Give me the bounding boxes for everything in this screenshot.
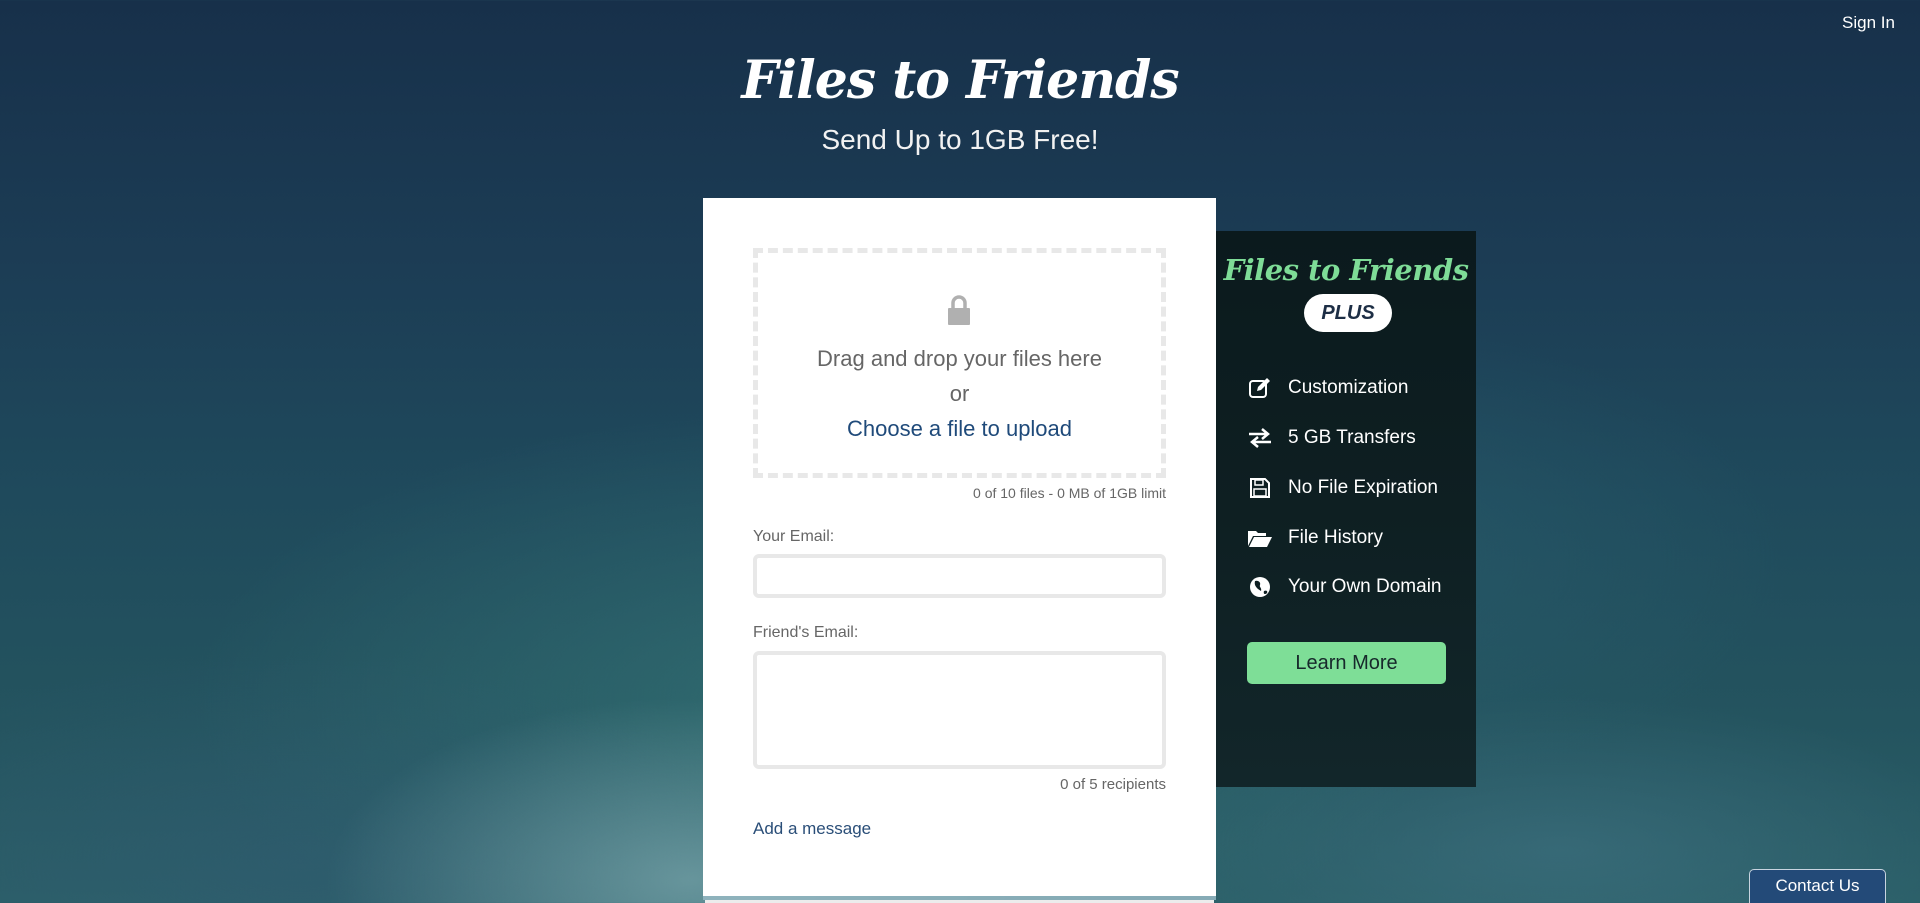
feature-item: Customization [1246, 373, 1408, 403]
plus-promo-panel: Files to Friends PLUS Customization 5 GB… [1216, 231, 1476, 787]
your-email-label: Your Email: [753, 528, 835, 545]
friend-email-input[interactable] [753, 651, 1166, 769]
sign-in-link[interactable]: Sign In [1842, 13, 1895, 33]
feature-item: Your Own Domain [1246, 572, 1441, 602]
feature-label: No File Expiration [1288, 477, 1438, 498]
folder-open-icon [1246, 524, 1274, 552]
globe-icon [1246, 573, 1274, 601]
contact-us-button[interactable]: Contact Us [1749, 869, 1886, 903]
drop-instructions: Drag and drop your files here [817, 346, 1102, 371]
brand-logo-title: Files to Friends [741, 50, 1179, 111]
friend-email-label: Friend's Email: [753, 624, 859, 641]
add-message-link[interactable]: Add a message [753, 819, 871, 839]
plus-brand-title: Files to Friends [1223, 253, 1469, 287]
feature-item: No File Expiration [1246, 473, 1438, 503]
recipient-count: 0 of 5 recipients [1060, 776, 1166, 793]
floppy-disk-icon [1246, 474, 1274, 502]
file-dropzone[interactable]: Drag and drop your files here or Choose … [753, 248, 1166, 478]
learn-more-button[interactable]: Learn More [1247, 642, 1446, 684]
or-separator: or [949, 381, 970, 406]
tagline: Send Up to 1GB Free! [821, 124, 1099, 155]
plus-badge: PLUS [1304, 294, 1392, 332]
feature-label: 5 GB Transfers [1288, 427, 1416, 448]
upload-card: Drag and drop your files here or Choose … [703, 198, 1216, 896]
feature-item: File History [1246, 523, 1383, 553]
transfer-arrows-icon [1246, 424, 1274, 452]
file-limit-status: 0 of 10 files - 0 MB of 1GB limit [973, 485, 1166, 501]
your-email-input[interactable] [753, 554, 1166, 598]
lock-icon [948, 295, 970, 325]
feature-label: Your Own Domain [1288, 576, 1442, 597]
feature-label: Customization [1288, 377, 1409, 398]
edit-icon [1246, 374, 1274, 402]
feature-label: File History [1288, 527, 1384, 548]
feature-item: 5 GB Transfers [1246, 423, 1416, 453]
choose-file-link[interactable]: Choose a file to upload [758, 416, 1161, 442]
